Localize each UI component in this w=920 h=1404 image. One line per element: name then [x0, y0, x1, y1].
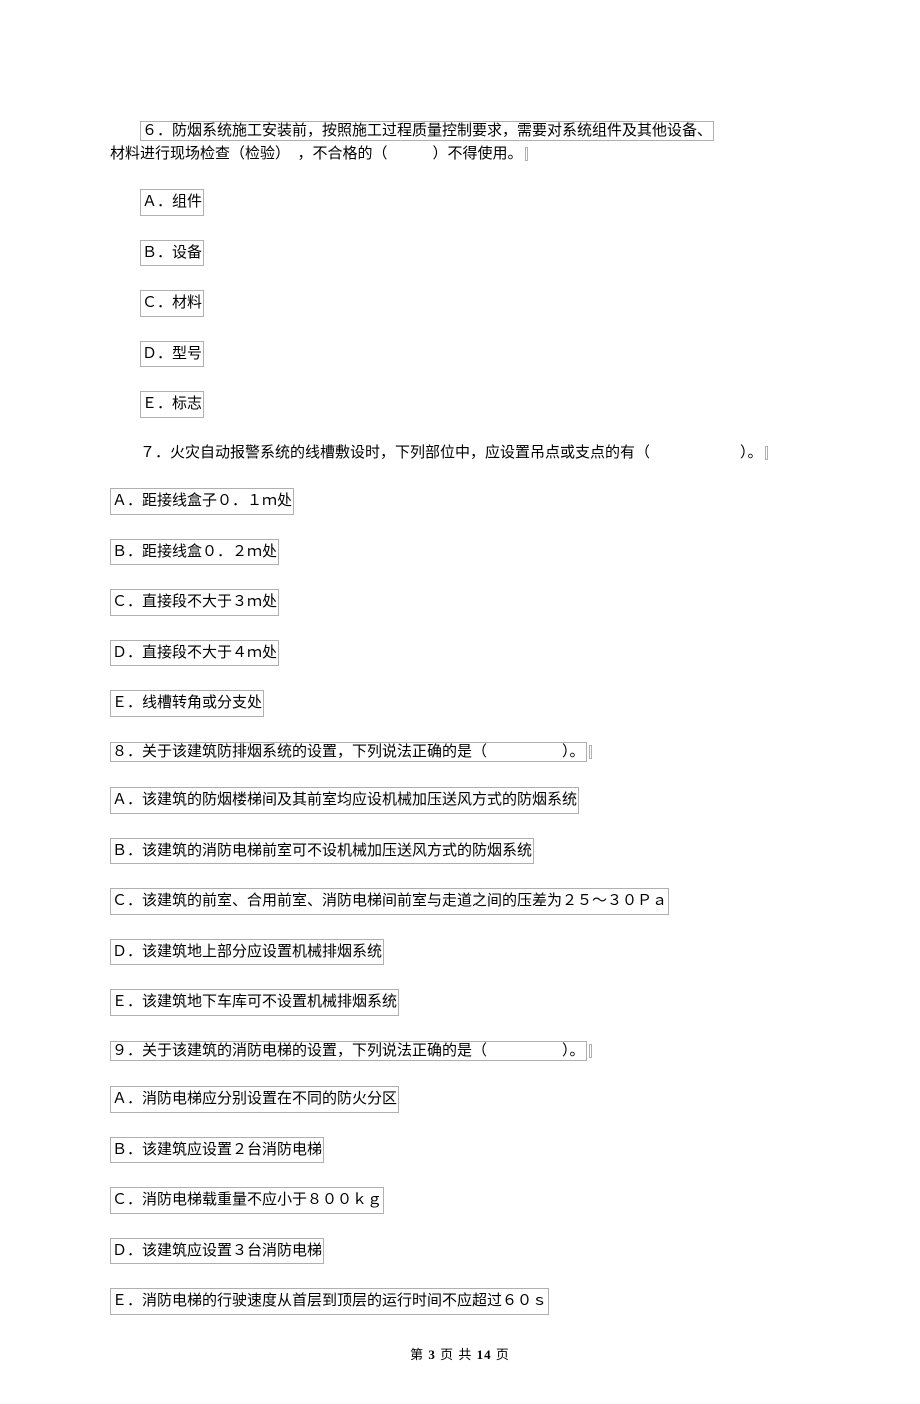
q9-option-d: Ｄ．该建筑应设置３台消防电梯 — [110, 1238, 810, 1265]
q6-option-a: Ａ．组件 — [140, 189, 810, 216]
q7-option-a-text: Ａ．距接线盒子０．１ｍ处 — [110, 488, 294, 515]
q7-option-c: Ｃ．直接段不大于３ｍ处 — [110, 589, 810, 616]
question-6-stem: ６．防烟系统施工安装前，按照施工过程质量控制要求，需要对系统组件及其他设备、 材… — [110, 120, 810, 165]
q9-option-b: Ｂ．该建筑应设置２台消防电梯 — [110, 1137, 810, 1164]
q6-option-c-text: Ｃ．材料 — [140, 290, 204, 317]
q6-option-c: Ｃ．材料 — [140, 290, 810, 317]
end-marker — [525, 147, 528, 161]
page-footer: 第 3 页 共 14 页 — [110, 1345, 810, 1365]
q7-option-b: Ｂ．距接线盒０．２ｍ处 — [110, 539, 810, 566]
q8-option-c-text: Ｃ．该建筑的前室、合用前室、消防电梯间前室与走道之间的压差为２５～３０Ｐａ — [110, 888, 669, 915]
q6-option-a-text: Ａ．组件 — [140, 189, 204, 216]
q6-option-b-text: Ｂ．设备 — [140, 240, 204, 267]
q7-option-a: Ａ．距接线盒子０．１ｍ处 — [110, 488, 810, 515]
q7-option-e: Ｅ．线槽转角或分支处 — [110, 690, 810, 717]
end-marker — [765, 446, 768, 460]
q9-option-c: Ｃ．消防电梯载重量不应小于８００ｋｇ — [110, 1187, 810, 1214]
footer-mid: 页 共 — [440, 1347, 472, 1362]
q9-option-e-text: Ｅ．消防电梯的行驶速度从首层到顶层的运行时间不应超过６０ｓ — [110, 1288, 549, 1315]
q6-option-d-text: Ｄ．型号 — [140, 341, 204, 368]
q8-option-a-text: Ａ．该建筑的防烟楼梯间及其前室均应设机械加压送风方式的防烟系统 — [110, 787, 579, 814]
q8-option-a: Ａ．该建筑的防烟楼梯间及其前室均应设机械加压送风方式的防烟系统 — [110, 787, 810, 814]
question-9-stem: ９．关于该建筑的消防电梯的设置，下列说法正确的是（ ）。 — [110, 1040, 810, 1063]
q9-option-d-text: Ｄ．该建筑应设置３台消防电梯 — [110, 1238, 324, 1265]
q7-stem-text: ７．火灾自动报警系统的线槽敷设时，下列部位中，应设置吊点或支点的有（ ）。 — [140, 445, 763, 461]
q7-option-e-text: Ｅ．线槽转角或分支处 — [110, 690, 264, 717]
q6-option-d: Ｄ．型号 — [140, 341, 810, 368]
q7-option-c-text: Ｃ．直接段不大于３ｍ处 — [110, 589, 279, 616]
q9-option-b-text: Ｂ．该建筑应设置２台消防电梯 — [110, 1137, 324, 1164]
q9-stem-text: ９．关于该建筑的消防电梯的设置，下列说法正确的是（ ）。 — [110, 1041, 587, 1061]
q6-option-e-text: Ｅ．标志 — [140, 391, 204, 418]
q8-option-b: Ｂ．该建筑的消防电梯前室可不设机械加压送风方式的防烟系统 — [110, 838, 810, 865]
end-marker — [589, 1044, 592, 1058]
q9-option-a-text: Ａ．消防电梯应分别设置在不同的防火分区 — [110, 1086, 399, 1113]
q7-option-d: Ｄ．直接段不大于４ｍ处 — [110, 640, 810, 667]
q8-option-d-text: Ｄ．该建筑地上部分应设置机械排烟系统 — [110, 939, 384, 966]
q6-option-e: Ｅ．标志 — [140, 391, 810, 418]
q8-stem-text: ８．关于该建筑防排烟系统的设置，下列说法正确的是（ ）。 — [110, 742, 587, 762]
q9-option-c-text: Ｃ．消防电梯载重量不应小于８００ｋｇ — [110, 1187, 384, 1214]
footer-prefix: 第 — [410, 1347, 424, 1362]
footer-total-pages: 14 — [477, 1347, 492, 1362]
question-7-stem: ７．火灾自动报警系统的线槽敷设时，下列部位中，应设置吊点或支点的有（ ）。 — [140, 442, 810, 465]
q8-option-e-text: Ｅ．该建筑地下车库可不设置机械排烟系统 — [110, 989, 399, 1016]
q8-option-c: Ｃ．该建筑的前室、合用前室、消防电梯间前室与走道之间的压差为２５～３０Ｐａ — [110, 888, 810, 915]
q9-option-e: Ｅ．消防电梯的行驶速度从首层到顶层的运行时间不应超过６０ｓ — [110, 1288, 810, 1315]
q7-option-b-text: Ｂ．距接线盒０．２ｍ处 — [110, 539, 279, 566]
q8-option-b-text: Ｂ．该建筑的消防电梯前室可不设机械加压送风方式的防烟系统 — [110, 838, 534, 865]
q9-option-a: Ａ．消防电梯应分别设置在不同的防火分区 — [110, 1086, 810, 1113]
q6-stem-line1: ６．防烟系统施工安装前，按照施工过程质量控制要求，需要对系统组件及其他设备、 — [140, 121, 714, 141]
end-marker — [589, 745, 592, 759]
q8-option-e: Ｅ．该建筑地下车库可不设置机械排烟系统 — [110, 989, 810, 1016]
q7-option-d-text: Ｄ．直接段不大于４ｍ处 — [110, 640, 279, 667]
question-8-stem: ８．关于该建筑防排烟系统的设置，下列说法正确的是（ ）。 — [110, 741, 810, 764]
q8-option-d: Ｄ．该建筑地上部分应设置机械排烟系统 — [110, 939, 810, 966]
q6-option-b: Ｂ．设备 — [140, 240, 810, 267]
footer-suffix: 页 — [496, 1347, 510, 1362]
footer-current-page: 3 — [428, 1347, 436, 1362]
q6-stem-line2: 材料进行现场检查（检验） ，不合格的（ ）不得使用。 — [110, 146, 523, 162]
